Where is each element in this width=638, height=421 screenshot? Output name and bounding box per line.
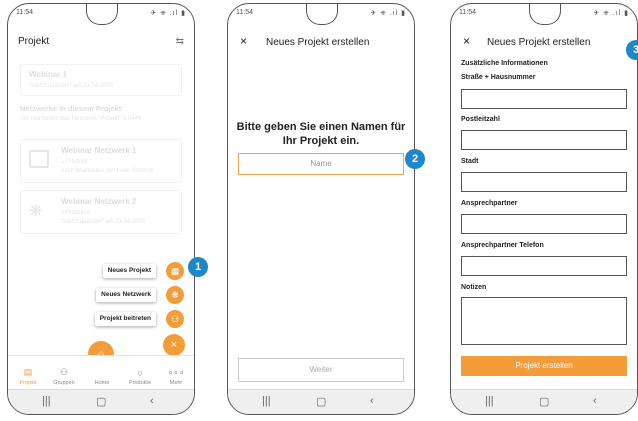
back-nav-icon[interactable]: ‹ (370, 395, 374, 407)
recent-apps-icon[interactable]: ||| (485, 395, 494, 407)
network-icon: ❋ (29, 203, 43, 220)
project-card-subtitle: zuletzt geändert am 21.04.2023 (29, 83, 114, 89)
join-project-icon[interactable]: ⚇ (166, 310, 184, 328)
project-name-input[interactable]: Name (238, 153, 404, 175)
status-icons: ✈ ⎈ .ıl ▮ (593, 10, 629, 17)
tab-label: Projekt (19, 380, 37, 386)
city-field[interactable] (461, 172, 627, 192)
phone-name-screen: 11:54 ✈ ⎈ .ıl ▮ × Neues Projekt erstelle… (227, 3, 415, 415)
tab-home[interactable]: · Home (86, 368, 118, 386)
new-project-icon[interactable]: ▦ (166, 262, 184, 280)
status-icons: ✈ ⎈ .ıl ▮ (150, 10, 186, 17)
project-card[interactable]: Webinar 1 zuletzt geändert am 21.04.2023 (20, 64, 182, 96)
status-time: 11:54 (459, 9, 476, 16)
next-button[interactable]: Weiter (238, 358, 404, 382)
tab-label: Home (94, 380, 110, 386)
name-prompt: Bitte geben Sie einen Namen für Ihr Proj… (236, 121, 406, 147)
step-badge-2: 2 (405, 149, 425, 169)
status-time: 11:54 (16, 9, 33, 16)
home-nav-icon[interactable]: ▢ (96, 395, 106, 408)
street-field[interactable] (461, 89, 627, 109)
fab-join-project[interactable]: Projekt beitreten ⚇ (84, 310, 184, 328)
recent-apps-icon[interactable]: ||| (262, 395, 271, 407)
networks-hint: Sie bearbeiten das Netzwerk "Projekt" 1 … (20, 116, 142, 122)
status-bar: 11:54 ✈ ⎈ .ıl ▮ (236, 8, 406, 20)
fab-label[interactable]: Projekt beitreten (94, 312, 156, 326)
swap-icon[interactable]: ⇆ (176, 36, 184, 47)
system-nav-bar: ||| ▢ ‹ (228, 389, 414, 414)
tab-projekt[interactable]: ▤ Projekt (12, 367, 44, 386)
contact-label: Ansprechpartner (461, 200, 518, 207)
page-title: Neues Projekt erstellen (266, 37, 370, 48)
recent-apps-icon[interactable]: ||| (42, 395, 51, 407)
city-label: Stadt (461, 158, 479, 165)
system-nav-bar: ||| ▢ ‹ (451, 389, 637, 414)
back-nav-icon[interactable]: ‹ (150, 395, 154, 407)
status-bar: 11:54 ✈ ⎈ .ıl ▮ (459, 8, 629, 20)
project-card-title: Webinar 1 (29, 70, 68, 79)
notes-label: Notizen (461, 284, 487, 291)
bottom-tab-bar: ▤ Projekt ⚇ Gruppen · Home ○ Produkte ∘∘… (8, 355, 194, 390)
close-icon[interactable]: × (463, 34, 470, 48)
fab-new-project[interactable]: Neues Projekt ▦ (84, 262, 184, 280)
create-project-button[interactable]: Projekt erstellen (461, 356, 627, 376)
fab-new-network[interactable]: Neues Netzwerk ❋ (84, 286, 184, 304)
home-nav-icon[interactable]: ▢ (316, 395, 326, 408)
status-icons: ✈ ⎈ .ıl ▮ (370, 10, 406, 17)
back-nav-icon[interactable]: ‹ (593, 395, 597, 407)
postal-code-field[interactable] (461, 130, 627, 150)
network-card-line2: zuletzt geändert am 21.04.2023 (61, 219, 146, 225)
postal-code-label: Postleitzahl (461, 116, 500, 123)
tab-label: Mehr (169, 380, 183, 386)
products-tab-icon: ○ (137, 368, 143, 378)
networks-heading: Netzwerke in diesem Projekt (20, 104, 122, 113)
contact-phone-label: Ansprechpartner Telefon (461, 242, 544, 249)
tab-mehr[interactable]: ∘∘∘ Mehr (160, 367, 192, 386)
step-badge-1: 1 (188, 257, 208, 277)
section-title: Zusätzliche Informationen (461, 60, 548, 67)
system-nav-bar: ||| ▢ ‹ (8, 389, 194, 414)
lock-icon (29, 150, 49, 168)
close-icon[interactable]: × (240, 34, 247, 48)
fab-close-button[interactable]: × (163, 334, 185, 356)
fab-label[interactable]: Neues Netzwerk (96, 288, 156, 302)
contact-phone-field[interactable] (461, 256, 627, 276)
groups-tab-icon: ⚇ (59, 367, 69, 377)
tab-produkte[interactable]: ○ Produkte (124, 368, 156, 386)
tab-gruppen[interactable]: ⚇ Gruppen (48, 367, 80, 386)
network-card-line2: noch bearbeiten von Leon Schmidt (61, 168, 154, 174)
status-time: 11:54 (236, 9, 253, 16)
tab-label: Produkte (128, 380, 151, 386)
more-tab-icon: ∘∘∘ (167, 367, 185, 377)
network-card-title: Webinar Netzwerk 2 (61, 197, 137, 206)
phone-projekt-screen: 11:54 ✈ ⎈ .ıl ▮ Projekt ⇆ Webinar 1 zule… (7, 3, 195, 415)
network-card[interactable]: Webinar Netzwerk 1 1 Produkt noch bearbe… (20, 139, 182, 183)
new-network-icon[interactable]: ❋ (166, 286, 184, 304)
network-card-line1: 1 Produkt (61, 159, 87, 165)
notes-textarea[interactable] (461, 297, 627, 345)
tab-label: Gruppen (53, 380, 75, 386)
phone-details-screen: 11:54 ✈ ⎈ .ıl ▮ × Neues Projekt erstelle… (450, 3, 638, 415)
network-card-title: Webinar Netzwerk 1 (61, 146, 137, 155)
network-card-line1: 0 Produkte (61, 210, 91, 216)
project-tab-icon: ▤ (23, 367, 33, 377)
contact-field[interactable] (461, 214, 627, 234)
page-title: Neues Projekt erstellen (487, 37, 591, 48)
street-label: Straße + Hausnummer (461, 74, 536, 81)
network-card[interactable]: ❋ Webinar Netzwerk 2 0 Produkte zuletzt … (20, 190, 182, 234)
page-title: Projekt (18, 36, 50, 47)
home-nav-icon[interactable]: ▢ (539, 395, 549, 408)
fab-label[interactable]: Neues Projekt (102, 264, 156, 278)
status-bar: 11:54 ✈ ⎈ .ıl ▮ (16, 8, 186, 20)
